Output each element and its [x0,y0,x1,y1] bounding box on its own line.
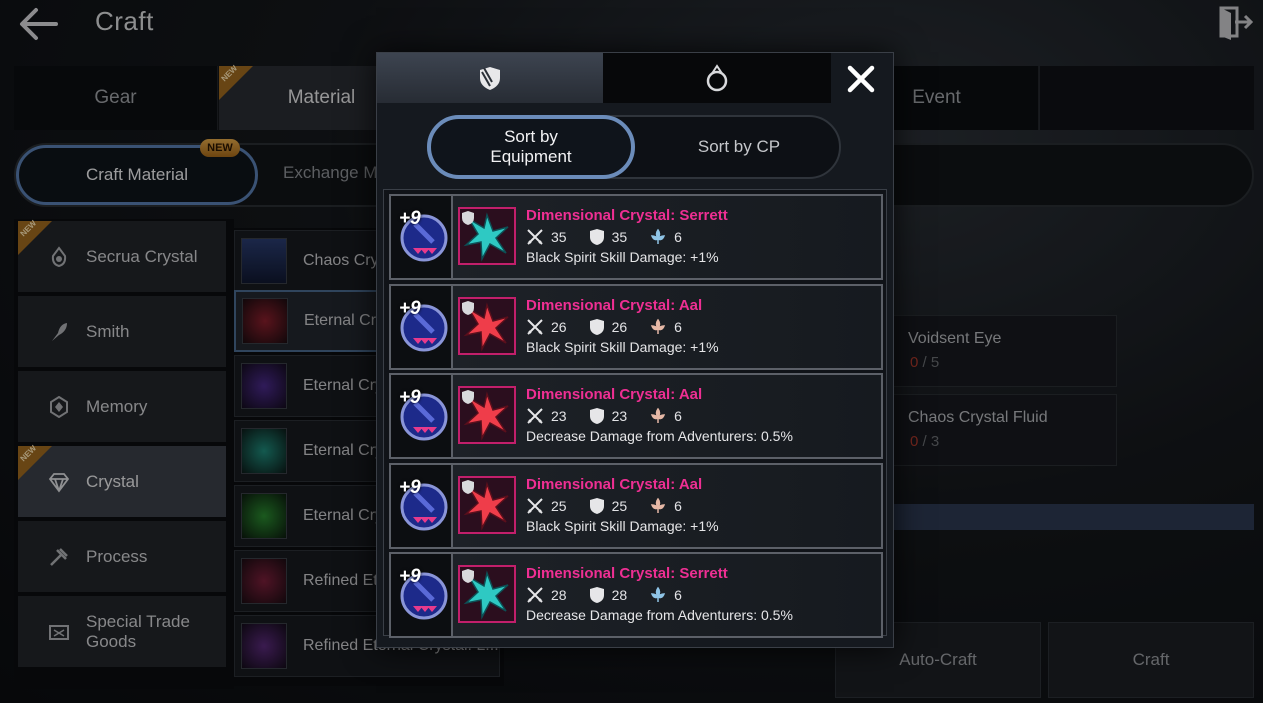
crystal-name: Dimensional Crystal: Serrett [526,207,728,224]
crystal-name: Dimensional Crystal: Aal [526,476,703,493]
attack-stat: 28 [526,586,567,604]
sort-equipment-label: Sort by Equipment [490,127,572,166]
crystal-effect: Black Spirit Skill Damage: +1% [526,339,719,355]
crystal-icon [458,476,516,534]
third-stat: 6 [649,497,682,515]
crystal-effect: Black Spirit Skill Damage: +1% [526,249,719,265]
close-icon[interactable] [845,63,877,95]
crystal-stats: 35 35 6 [526,228,704,246]
shield-icon [589,408,604,424]
defense-stat: 23 [589,407,627,425]
fleur-icon [651,228,666,244]
crystal-row[interactable]: +9 Dimensional Crystal: Serrett 35 35 6 Black… [389,194,883,280]
attack-stat: 35 [526,228,567,246]
third-stat: 6 [649,318,682,336]
level-text: +9 [399,298,421,319]
gear-shield-icon [462,480,474,494]
crystal-row[interactable]: +9 Dimensional Crystal: Aal 23 23 6 Decrease … [389,373,883,459]
crystal-effect: Black Spirit Skill Damage: +1% [526,518,719,534]
crystal-icon [458,386,516,444]
fleur-icon [651,586,666,602]
crystal-icon [458,565,516,623]
crystal-name: Dimensional Crystal: Aal [526,297,703,314]
ring-icon [706,64,728,92]
crystal-name: Dimensional Crystal: Aal [526,386,703,403]
shield-icon [589,229,604,245]
crystal-row[interactable]: +9 Dimensional Crystal: Aal 25 25 6 Black Spi… [389,463,883,549]
sort-cp-label: Sort by CP [697,137,781,156]
shield-icon [589,319,604,335]
level-text: +9 [399,208,421,229]
defense-stat: 26 [589,318,627,336]
sort-by-equipment-button[interactable]: Sort by Equipment [427,115,635,179]
defense-stat: 25 [589,497,627,515]
crossed-swords-icon [527,229,543,245]
crystal-name: Dimensional Crystal: Serrett [526,565,728,582]
gear-shield-icon [462,301,474,315]
crystal-list: +9 Dimensional Crystal: Serrett 35 35 6 Black… [383,189,887,638]
crystal-stats: 23 23 6 [526,407,704,425]
attack-stat: 26 [526,318,567,336]
crystal-effect: Decrease Damage from Adventurers: 0.5% [526,607,793,623]
shield-icon [589,498,604,514]
shield-icon [589,587,604,603]
gear-shield-icon [462,569,474,583]
equipment-select-modal: Sort by Equipment Sort by CP +9 Dimension… [376,52,894,648]
fleur-icon [651,318,666,334]
level-text: +9 [399,477,421,498]
crystal-icon [458,207,516,265]
third-stat: 6 [649,407,682,425]
gear-shield-icon [462,390,474,404]
crystal-stats: 28 28 6 [526,586,704,604]
level-badge: +9 [391,554,453,636]
crystal-stats: 25 25 6 [526,497,704,515]
level-badge: +9 [391,375,453,457]
attack-stat: 23 [526,407,567,425]
crossed-swords-icon [527,408,543,424]
defense-stat: 28 [589,586,627,604]
crystal-icon [458,297,516,355]
sort-by-cp-button[interactable]: Sort by CP [637,115,841,179]
level-badge: +9 [391,196,453,278]
gear-shield-icon [462,211,474,225]
crossed-swords-icon [527,498,543,514]
crystal-row[interactable]: +9 Dimensional Crystal: Serrett 28 28 6 Decre… [389,552,883,638]
level-text: +9 [399,566,421,587]
defense-stat: 35 [589,228,627,246]
crystal-effect: Decrease Damage from Adventurers: 0.5% [526,428,793,444]
third-stat: 6 [649,228,682,246]
crossed-swords-icon [527,587,543,603]
gear-shield-icon [480,67,500,90]
level-badge: +9 [391,465,453,547]
third-stat: 6 [649,586,682,604]
level-text: +9 [399,387,421,408]
crystal-stats: 26 26 6 [526,318,704,336]
level-badge: +9 [391,286,453,368]
attack-stat: 25 [526,497,567,515]
modal-tab-gear[interactable] [377,53,603,103]
fleur-icon [651,407,666,423]
crystal-row[interactable]: +9 Dimensional Crystal: Aal 26 26 6 Black Spi… [389,284,883,370]
fleur-icon [651,497,666,513]
modal-tab-accessory[interactable] [603,53,831,103]
crossed-swords-icon [527,319,543,335]
